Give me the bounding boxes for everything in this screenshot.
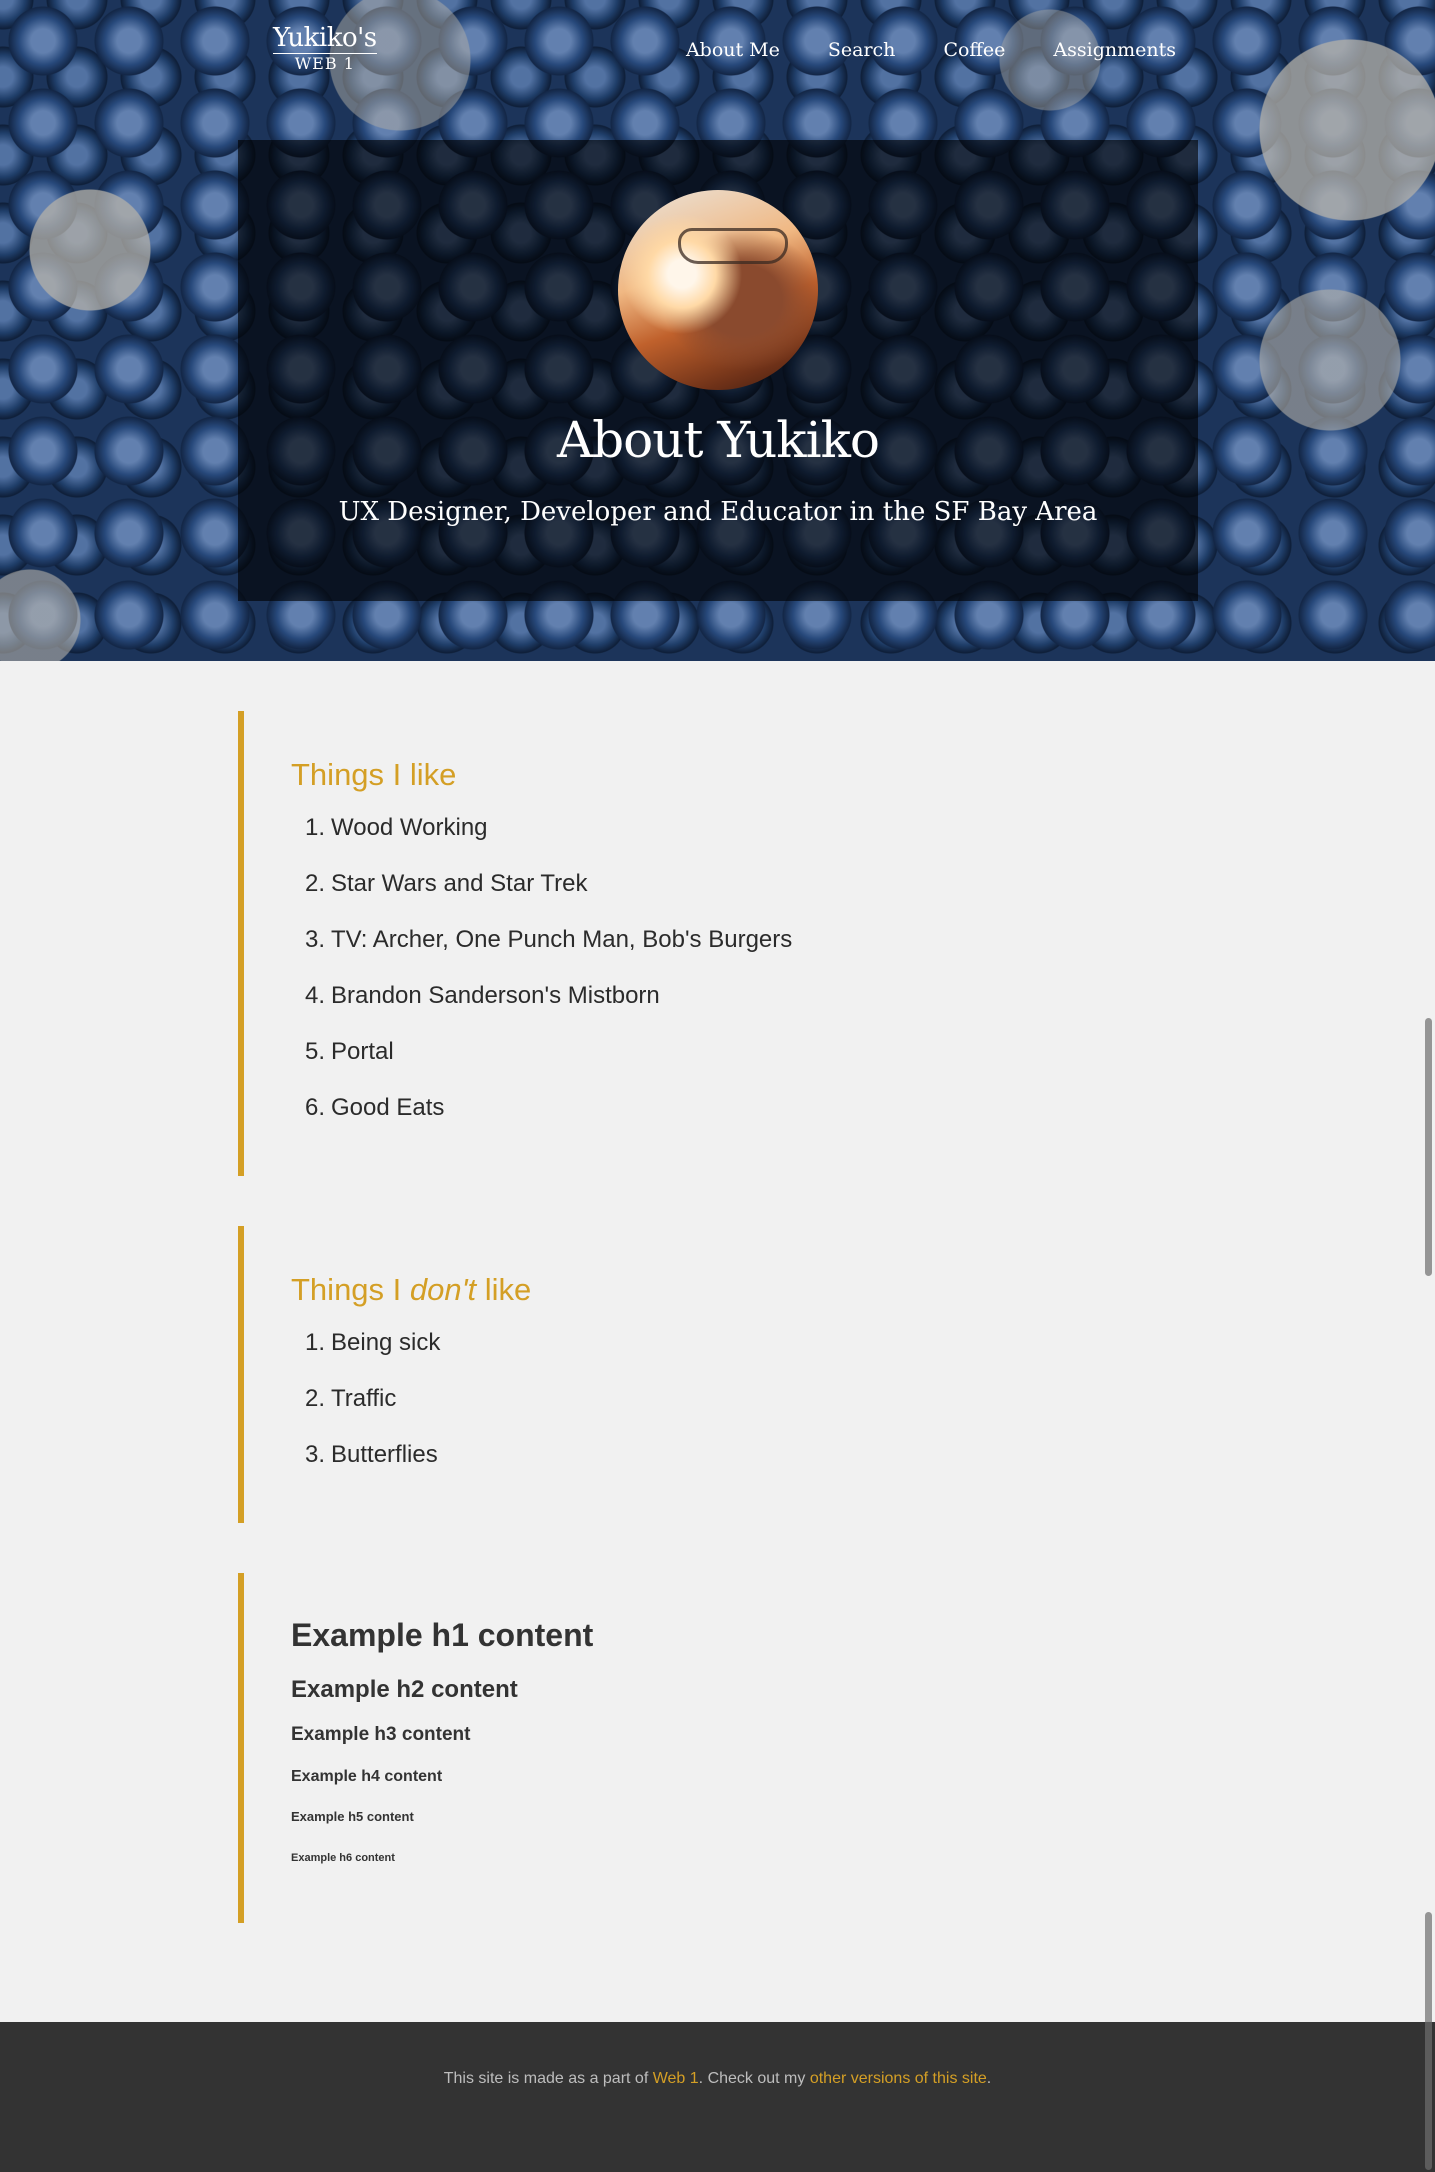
likes-section: Things I like 1. Wood Working 2. Star Wars… [238, 711, 1198, 1176]
nav-about-me[interactable]: About Me [686, 38, 780, 62]
scrollbar-thumb-secondary[interactable] [1425, 1912, 1432, 2170]
other-versions-link[interactable]: other versions of this site [810, 2070, 987, 2087]
list-item: 1. Wood Working [305, 814, 488, 841]
main-nav: About Me Search Coffee Assignments [686, 38, 1176, 62]
logo-subtitle: WEB 1 [294, 54, 355, 73]
list-item: 1. Being sick [305, 1329, 441, 1356]
sample-h1: Example h1 content [291, 1617, 594, 1653]
dislikes-heading: Things I don't like [291, 1272, 532, 1307]
sample-h3: Example h3 content [291, 1724, 471, 1745]
nav-assignments[interactable]: Assignments [1053, 38, 1176, 62]
list-item: 3. Butterflies [305, 1441, 438, 1468]
hero-panel: About Yukiko UX Designer, Developer and … [238, 140, 1198, 601]
dislikes-section: Things I don't like 1. Being sick 2. Traff… [238, 1226, 1198, 1523]
page-title: About Yukiko [557, 411, 880, 469]
sample-h2: Example h2 content [291, 1676, 518, 1703]
nav-search[interactable]: Search [828, 38, 896, 62]
list-item: 3. TV: Archer, One Punch Man, Bob's Burge… [305, 926, 793, 953]
heading-samples-section: Example h1 content Example h2 content Ex… [238, 1573, 1198, 1923]
site-logo[interactable]: Yukiko's WEB 1 [273, 24, 377, 74]
logo-title: Yukiko's [273, 23, 377, 54]
page-subtitle: UX Designer, Developer and Educator in t… [338, 497, 1098, 527]
profile-avatar [618, 190, 818, 390]
list-item: 5. Portal [305, 1038, 394, 1065]
sample-h4: Example h4 content [291, 1768, 443, 1785]
sample-h5: Example h5 content [291, 1809, 414, 1824]
list-item: 4. Brandon Sanderson's Mistborn [305, 982, 660, 1009]
list-item: 2. Traffic [305, 1385, 397, 1412]
glasses-shape [678, 228, 788, 264]
footer-text: This site is made as a part of Web 1. Ch… [443, 2070, 992, 2087]
web1-link[interactable]: Web 1 [653, 2070, 699, 2087]
site-footer: This site is made as a part of Web 1. Ch… [0, 2022, 1435, 2172]
likes-heading: Things I like [291, 757, 457, 792]
list-item: 6. Good Eats [305, 1094, 445, 1121]
likes-list: 1. Wood Working 2. Star Wars and Star Trek… [291, 813, 1198, 1123]
dislikes-list: 1. Being sick 2. Traffic 3. Butterflies [291, 1328, 1198, 1470]
hero-banner: Yukiko's WEB 1 About Me Search Coffee As… [0, 0, 1435, 661]
list-item: 2. Star Wars and Star Trek [305, 870, 588, 897]
sample-h6: Example h6 content [291, 1852, 395, 1864]
nav-coffee[interactable]: Coffee [943, 38, 1005, 62]
scrollbar-thumb[interactable] [1425, 1018, 1432, 1276]
